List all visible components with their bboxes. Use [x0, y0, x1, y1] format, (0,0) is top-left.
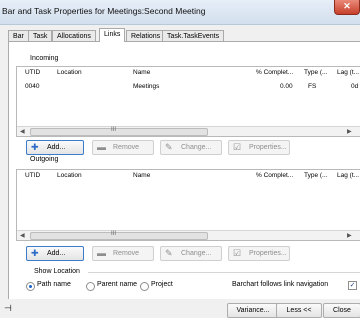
cell-lag: 0d: [351, 83, 359, 90]
radio-path-name-label: Path name: [37, 281, 71, 288]
grip-icon: III: [111, 231, 117, 237]
col-name[interactable]: Name: [133, 172, 150, 179]
col-type[interactable]: Type (...: [304, 69, 327, 76]
properties-icon: ☑: [233, 142, 242, 152]
close-button[interactable]: Close: [323, 303, 360, 318]
properties-incoming-button[interactable]: ☑ Properties...: [228, 140, 290, 155]
col-utid[interactable]: UTID: [25, 69, 40, 76]
cell-name: Meetings: [133, 83, 160, 90]
col-type[interactable]: Type (...: [304, 172, 327, 179]
col-lag[interactable]: Lag (t...: [337, 172, 359, 179]
col-name[interactable]: Name: [133, 69, 150, 76]
scroll-right-icon[interactable]: ▶: [347, 128, 352, 135]
radio-project[interactable]: [140, 282, 149, 291]
variance-button[interactable]: Variance...: [227, 303, 279, 318]
remove-icon: ▬: [97, 142, 106, 152]
outgoing-header: UTID Location Name % Complet... Type (..…: [17, 170, 360, 182]
cell-utid: 0040: [25, 83, 40, 90]
barchart-nav-checkbox[interactable]: ✓: [348, 281, 357, 290]
grip-icon: III: [111, 127, 117, 133]
cell-complete: 0.00: [280, 83, 293, 90]
outgoing-grid: UTID Location Name % Complet... Type (..…: [16, 169, 360, 241]
remove-icon: ▬: [97, 248, 106, 258]
add-outgoing-button[interactable]: ✚ Add...: [26, 246, 84, 261]
scroll-thumb[interactable]: III: [30, 127, 208, 136]
add-icon: ✚: [31, 142, 39, 152]
col-lag[interactable]: Lag (t...: [337, 69, 359, 76]
add-icon: ✚: [31, 248, 39, 258]
footer-bar: ⊣ Variance... Less << Close: [0, 299, 360, 318]
divider: [88, 272, 360, 273]
radio-project-label: Project: [151, 281, 173, 288]
col-complete[interactable]: % Complet...: [256, 69, 293, 76]
change-incoming-button[interactable]: ✎ Change...: [160, 140, 222, 155]
incoming-label: Incoming: [30, 55, 59, 62]
scroll-left-icon[interactable]: ◀: [20, 232, 25, 239]
show-location-label: Show Location: [34, 268, 80, 275]
window-title: Bar and Task Properties for Meetings:Sec…: [2, 6, 206, 16]
change-icon: ✎: [165, 142, 173, 152]
radio-parent-name[interactable]: [86, 282, 95, 291]
change-icon: ✎: [165, 248, 173, 258]
outgoing-label: Outgoing: [30, 156, 59, 163]
scroll-thumb[interactable]: III: [30, 231, 208, 240]
less-button[interactable]: Less <<: [276, 303, 322, 318]
tab-links[interactable]: Links: [99, 28, 126, 42]
cell-type: FS: [308, 83, 317, 90]
remove-incoming-button[interactable]: ▬ Remove: [92, 140, 154, 155]
close-icon[interactable]: ✕: [334, 0, 360, 15]
barchart-nav-label: Barchart follows link navigation: [232, 281, 329, 288]
outgoing-scrollbar[interactable]: ◀ III ▶: [17, 230, 360, 240]
incoming-grid: UTID Location Name % Complet... Type (..…: [16, 66, 360, 137]
radio-parent-name-label: Parent name: [97, 281, 138, 288]
pin-icon[interactable]: ⊣: [4, 303, 12, 314]
scroll-left-icon[interactable]: ◀: [20, 128, 25, 135]
properties-icon: ☑: [233, 248, 242, 258]
add-incoming-button[interactable]: ✚ Add...: [26, 140, 84, 155]
remove-outgoing-button[interactable]: ▬ Remove: [92, 246, 154, 261]
table-row[interactable]: 0040 Meetings 0.00 FS 0d: [17, 81, 360, 93]
scroll-right-icon[interactable]: ▶: [347, 232, 352, 239]
col-location[interactable]: Location: [57, 69, 82, 76]
change-outgoing-button[interactable]: ✎ Change...: [160, 246, 222, 261]
col-location[interactable]: Location: [57, 172, 82, 179]
radio-path-name[interactable]: [26, 282, 35, 291]
properties-outgoing-button[interactable]: ☑ Properties...: [228, 246, 290, 261]
incoming-scrollbar[interactable]: ◀ III ▶: [17, 126, 360, 136]
col-complete[interactable]: % Complet...: [256, 172, 293, 179]
title-bar: Bar and Task Properties for Meetings:Sec…: [0, 0, 360, 25]
col-utid[interactable]: UTID: [25, 172, 40, 179]
incoming-header: UTID Location Name % Complet... Type (..…: [17, 67, 360, 79]
